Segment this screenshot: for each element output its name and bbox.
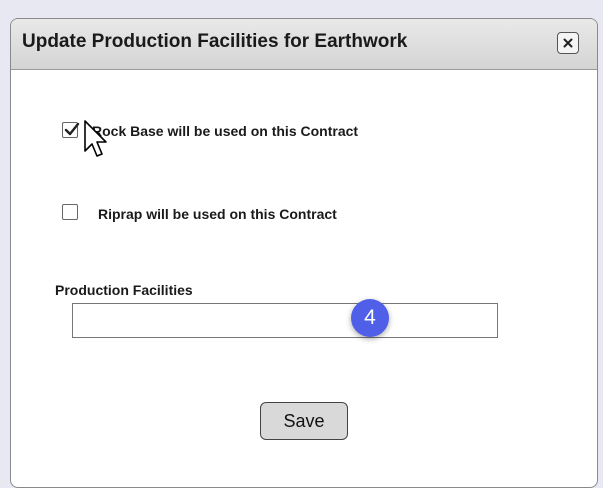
riprap-checkbox[interactable] [62,204,78,220]
rock-base-checkbox[interactable] [62,122,80,138]
close-button[interactable] [557,32,579,54]
riprap-label[interactable]: Riprap will be used on this Contract [98,206,337,222]
checkmark-icon [64,122,80,136]
rock-base-label[interactable]: Rock Base will be used on this Contract [92,123,358,139]
step-number-badge: 4 [351,299,389,337]
production-facilities-label: Production Facilities [55,282,193,298]
production-facilities-input[interactable] [72,303,498,338]
update-production-facilities-dialog: Update Production Facilities for Earthwo… [10,18,598,488]
dialog-titlebar[interactable]: Update Production Facilities for Earthwo… [11,19,597,70]
dialog-title: Update Production Facilities for Earthwo… [22,31,408,52]
save-button[interactable]: Save [260,402,348,440]
close-icon [563,38,573,48]
